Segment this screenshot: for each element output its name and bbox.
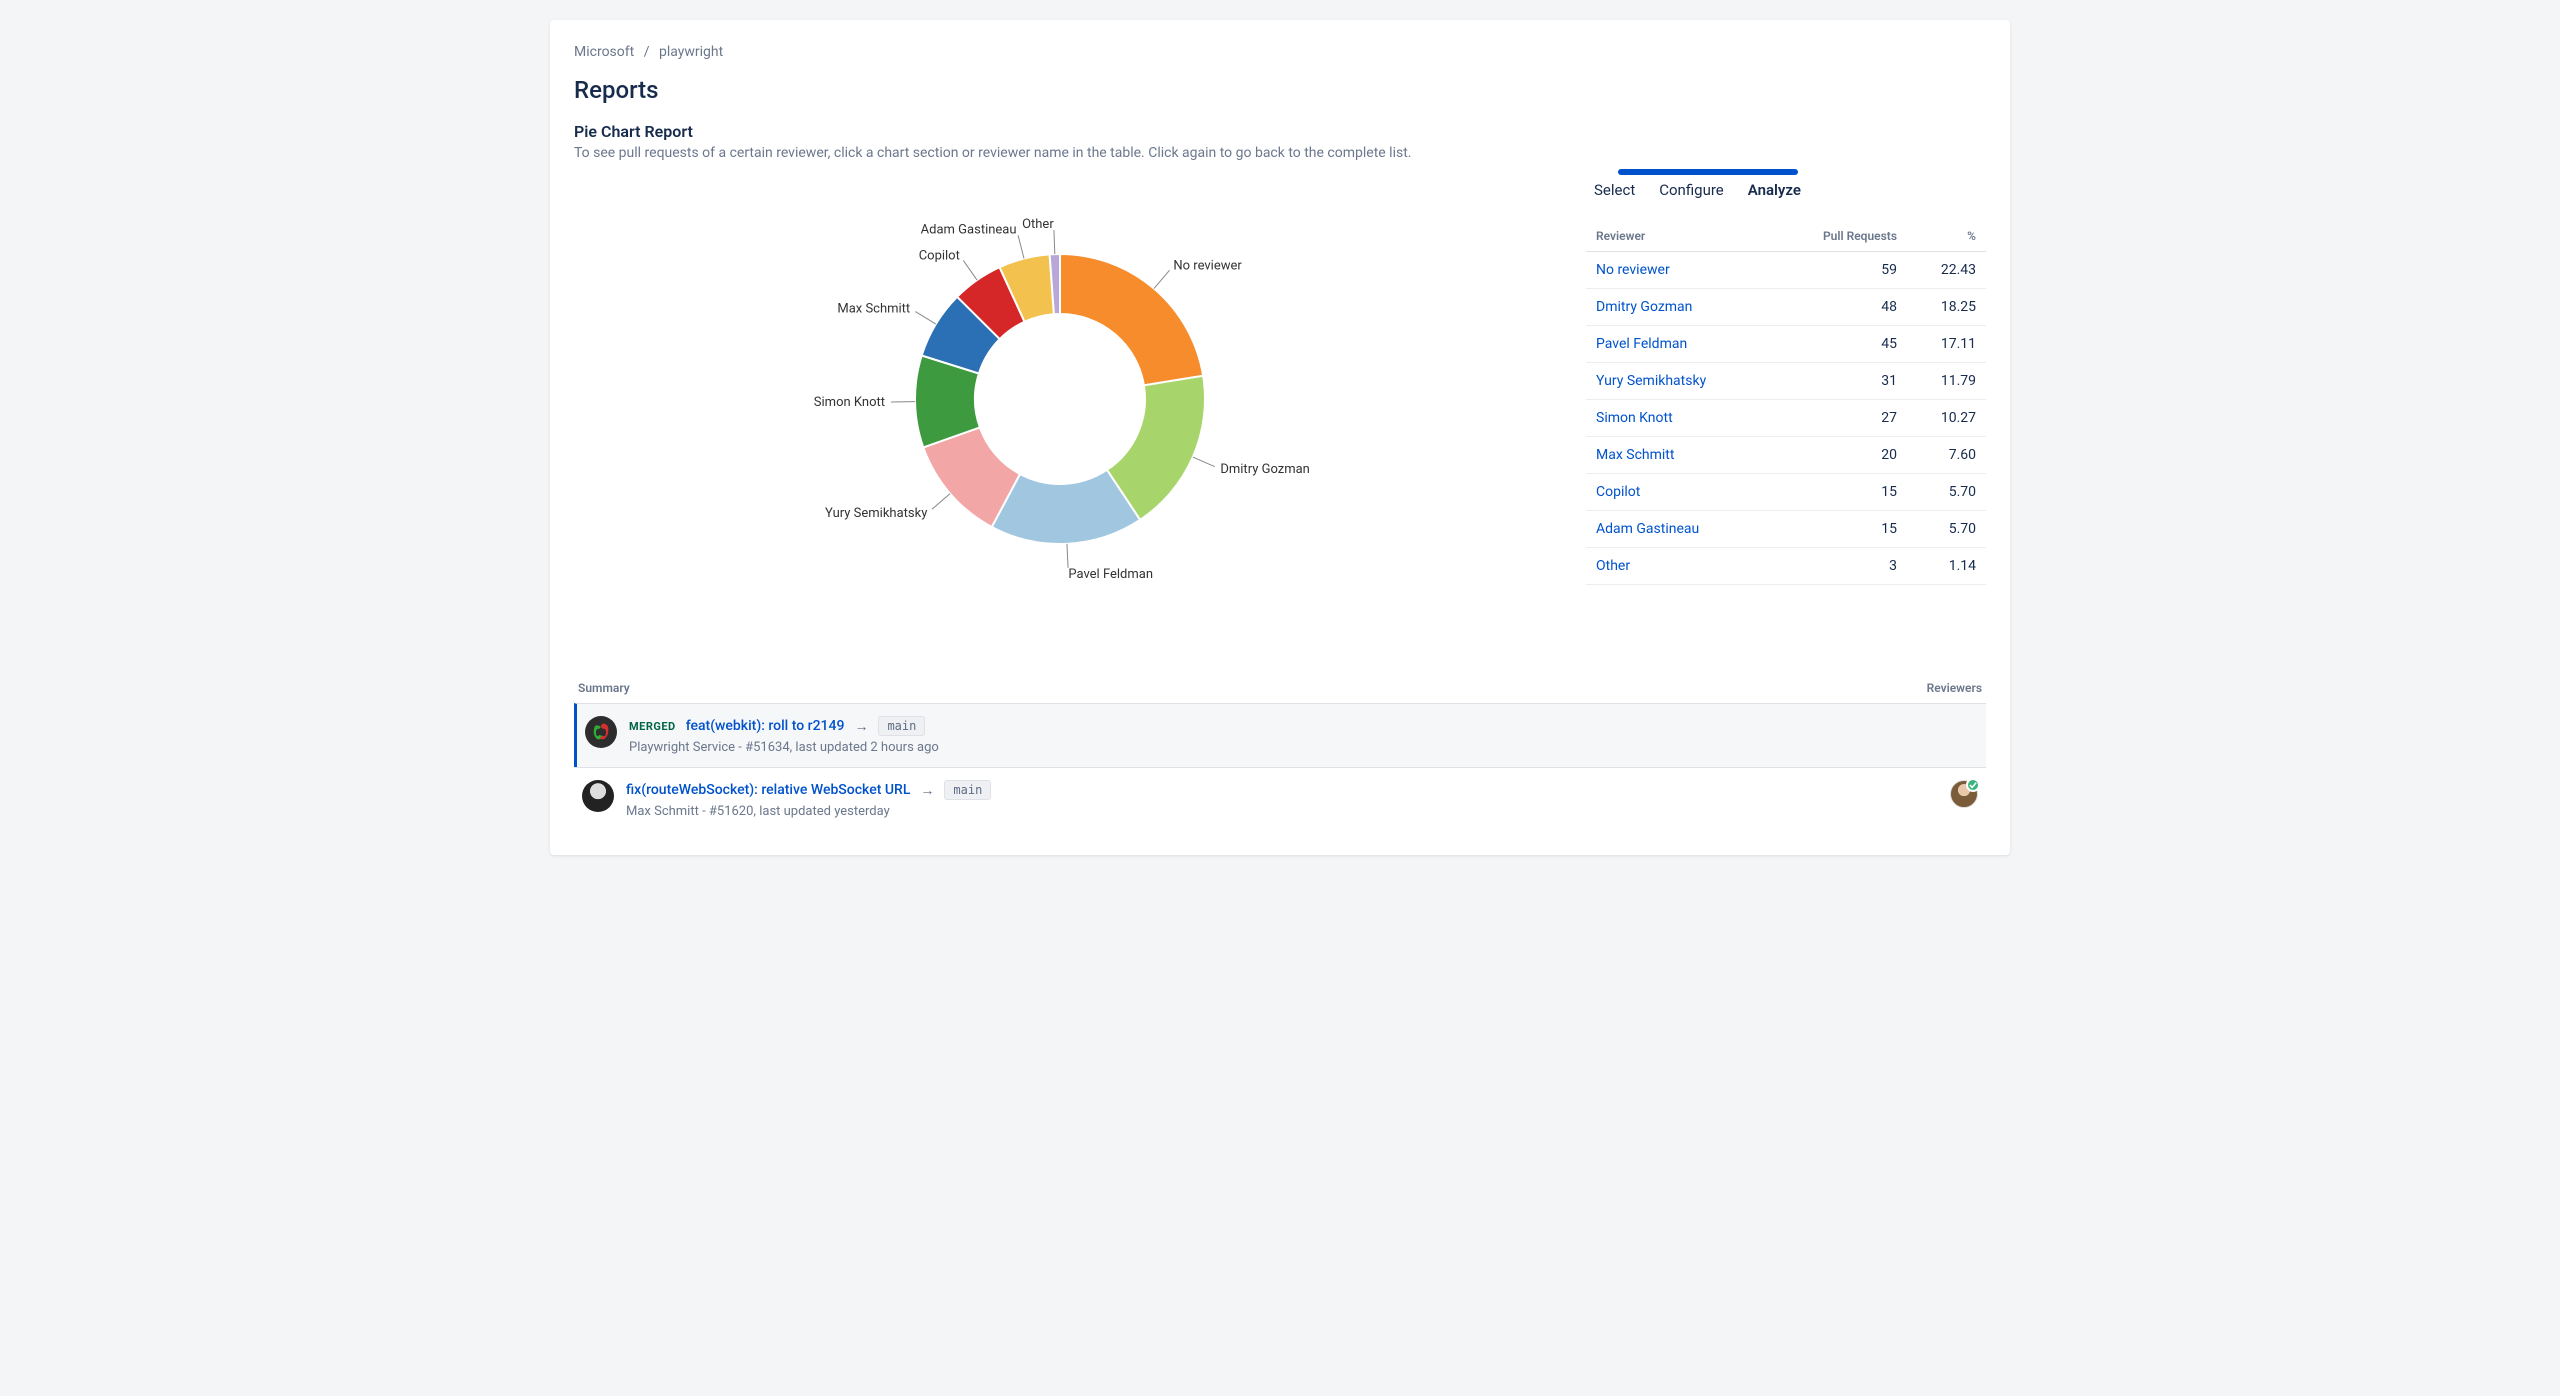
reviewer-link[interactable]: Pavel Feldman <box>1596 336 1687 352</box>
tab-configure[interactable]: Configure <box>1659 181 1724 199</box>
reviewer-pr-count: 3 <box>1772 548 1907 585</box>
reviewer-link[interactable]: Other <box>1596 558 1630 574</box>
reviewer-pr-count: 20 <box>1772 437 1907 474</box>
th-pull-requests[interactable]: Pull Requests <box>1772 221 1907 252</box>
arrow-right-icon: → <box>854 718 868 735</box>
report-title: Pie Chart Report <box>574 122 1986 141</box>
pr-row[interactable]: fix(routeWebSocket): relative WebSocket … <box>574 767 1986 831</box>
branch-tag[interactable]: main <box>878 716 925 736</box>
table-row: Other 31.14 <box>1586 548 1986 585</box>
tab-analyze[interactable]: Analyze <box>1748 181 1801 199</box>
breadcrumb-separator: / <box>644 44 650 60</box>
reviewer-pct: 17.11 <box>1907 326 1986 363</box>
reviewer-link[interactable]: Yury Semikhatsky <box>1596 373 1706 389</box>
table-row: Copilot 155.70 <box>1586 474 1986 511</box>
table-row: Pavel Feldman 4517.11 <box>1586 326 1986 363</box>
pr-list-header: Summary Reviewers <box>574 673 1986 703</box>
tab-select[interactable]: Select <box>1594 181 1635 199</box>
donut-chart[interactable]: No reviewer Dmitry Gozman Pavel Feldman Yur… <box>574 169 1546 649</box>
reviewer-pr-count: 15 <box>1772 474 1907 511</box>
th-reviewer[interactable]: Reviewer <box>1586 221 1772 252</box>
playwright-logo-avatar[interactable] <box>585 716 617 748</box>
chart-slice-label[interactable]: Dmitry Gozman <box>1220 462 1310 477</box>
reviewer-pr-count: 59 <box>1772 252 1907 289</box>
reviewer-link[interactable]: Dmitry Gozman <box>1596 299 1692 315</box>
reviewer-pr-count: 48 <box>1772 289 1907 326</box>
reviewer-link[interactable]: No reviewer <box>1596 262 1670 278</box>
reviewer-pct: 22.43 <box>1907 252 1986 289</box>
pr-meta: Max Schmitt - #51620, last updated yeste… <box>626 804 1938 819</box>
status-badge-merged: MERGED <box>629 720 676 733</box>
pr-title-link[interactable]: feat(webkit): roll to r2149 <box>686 718 845 734</box>
tab-indicator <box>1618 169 1798 175</box>
pr-list: MERGED feat(webkit): roll to r2149 → main Pl… <box>574 703 1986 831</box>
table-row: Adam Gastineau 155.70 <box>1586 511 1986 548</box>
breadcrumb: Microsoft / playwright <box>574 44 1986 60</box>
approved-check-icon <box>1966 778 1980 792</box>
report-container: Microsoft / playwright Reports Pie Chart… <box>550 20 2010 855</box>
pr-meta: Playwright Service - #51634, last update… <box>629 740 1966 755</box>
reviewer-pct: 11.79 <box>1907 363 1986 400</box>
table-row: Yury Semikhatsky 3111.79 <box>1586 363 1986 400</box>
playwright-logo-icon <box>589 720 613 744</box>
breadcrumb-org[interactable]: Microsoft <box>574 44 634 60</box>
reviewer-table: Reviewer Pull Requests % No reviewer 5922… <box>1586 221 1986 585</box>
chart-slice-label[interactable]: Pavel Feldman <box>1068 567 1153 582</box>
reviewer-pr-count: 15 <box>1772 511 1907 548</box>
reviewer-link[interactable]: Copilot <box>1596 484 1640 500</box>
reviewer-pr-count: 27 <box>1772 400 1907 437</box>
reviewer-pct: 5.70 <box>1907 511 1986 548</box>
pr-title-link[interactable]: fix(routeWebSocket): relative WebSocket … <box>626 782 910 798</box>
reviewer-link[interactable]: Simon Knott <box>1596 410 1673 426</box>
reviewer-pct: 1.14 <box>1907 548 1986 585</box>
arrow-right-icon: → <box>920 782 934 799</box>
pr-row[interactable]: MERGED feat(webkit): roll to r2149 → main Pl… <box>574 703 1986 767</box>
breadcrumb-repo[interactable]: playwright <box>659 44 723 60</box>
chart-slice-label[interactable]: Other <box>1022 217 1054 232</box>
pr-reviewers <box>1950 780 1978 808</box>
reviewer-pct: 5.70 <box>1907 474 1986 511</box>
table-row: Max Schmitt 207.60 <box>1586 437 1986 474</box>
page-title: Reports <box>574 76 1986 104</box>
chart-slice-label[interactable]: Simon Knott <box>814 395 885 410</box>
reviewer-avatar[interactable] <box>1950 780 1978 808</box>
table-row: Simon Knott 2710.27 <box>1586 400 1986 437</box>
reviewers-header: Reviewers <box>1927 681 1982 695</box>
reviewer-link[interactable]: Adam Gastineau <box>1596 521 1699 537</box>
reviewer-pct: 18.25 <box>1907 289 1986 326</box>
table-row: Dmitry Gozman 4818.25 <box>1586 289 1986 326</box>
reviewer-link[interactable]: Max Schmitt <box>1596 447 1674 463</box>
chart-slice-label[interactable]: Adam Gastineau <box>921 222 1017 237</box>
branch-tag[interactable]: main <box>944 780 991 800</box>
reviewer-pct: 10.27 <box>1907 400 1986 437</box>
chart-slice-label[interactable]: No reviewer <box>1173 259 1242 274</box>
reviewer-pct: 7.60 <box>1907 437 1986 474</box>
table-row: No reviewer 5922.43 <box>1586 252 1986 289</box>
reviewer-pr-count: 31 <box>1772 363 1907 400</box>
th-percent[interactable]: % <box>1907 221 1986 252</box>
chart-slice-label[interactable]: Copilot <box>919 248 960 263</box>
summary-header: Summary <box>578 681 630 695</box>
chart-slice-label[interactable]: Max Schmitt <box>837 302 910 317</box>
chart-slice-label[interactable]: Yury Semikhatsky <box>825 506 927 521</box>
tabs-container: Select Configure Analyze <box>1586 169 1986 209</box>
user-avatar[interactable] <box>582 780 614 812</box>
reviewer-pr-count: 45 <box>1772 326 1907 363</box>
report-subtitle: To see pull requests of a certain review… <box>574 145 1986 161</box>
